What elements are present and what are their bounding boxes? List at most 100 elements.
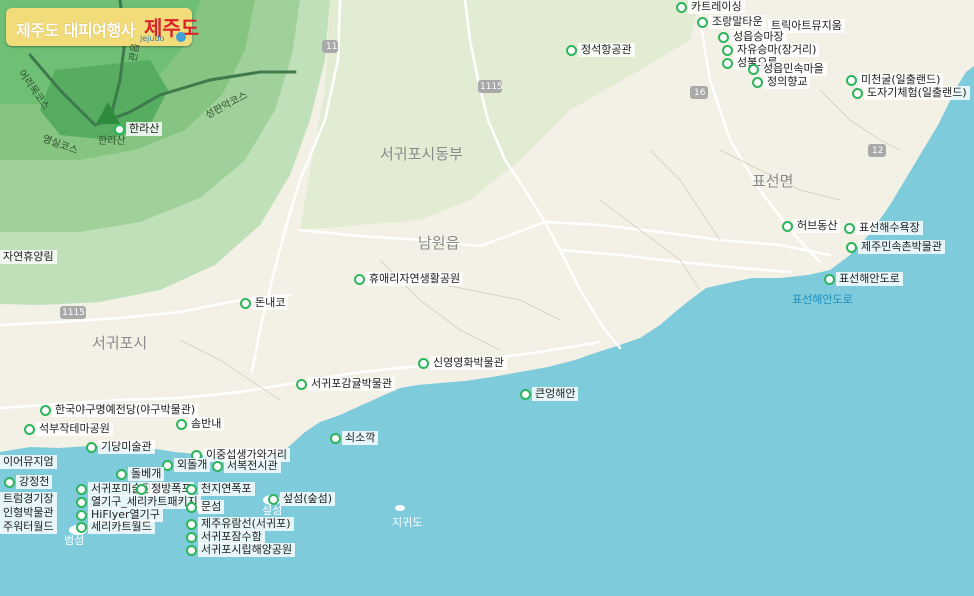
poi-pin-icon — [722, 57, 733, 69]
poi-pin-icon — [186, 483, 197, 495]
poi-pin-icon — [76, 483, 87, 495]
poi-item[interactable]: 자유승마(장거리) — [722, 43, 820, 57]
poi-label: 한라산 — [126, 122, 163, 136]
poi-label: 열기구_세리카트패키지 — [88, 495, 201, 509]
poi-item[interactable]: 조랑말타운 — [697, 15, 766, 29]
poi-item[interactable]: 서복전시관 — [212, 459, 281, 473]
poi-item[interactable]: 미천굴(일출랜드) — [846, 73, 944, 87]
poi-label: 카트레이싱 — [688, 0, 745, 14]
poi-label: 문섬 — [198, 500, 225, 514]
poi-label: 외돌개 — [174, 458, 211, 472]
poi-label: 도자기체험(일출랜드) — [864, 86, 970, 100]
trail-gwaneum: 관음 — [127, 42, 142, 63]
poi-item[interactable]: 성읍승마장 — [718, 30, 787, 44]
poi-pin-icon — [330, 432, 341, 444]
poi-label: 조랑말타운 — [709, 15, 766, 29]
poi-pin-icon — [4, 476, 15, 488]
poi-item[interactable]: 서귀포잠수함 — [186, 530, 265, 544]
logo-title: 제주도 대피여행사 — [16, 21, 135, 40]
poi-item[interactable]: 돈내코 — [240, 296, 289, 310]
poi-pin-icon — [748, 63, 759, 75]
poi-label: 트럼경기장 — [0, 492, 57, 506]
poi-pin-icon — [718, 31, 729, 43]
poi-item[interactable]: 카트레이싱 — [676, 0, 745, 14]
poi-item[interactable]: 서귀포감귤박물관 — [296, 377, 395, 391]
poi-pin-icon — [752, 76, 763, 88]
map-canvas[interactable]: 제주도 대피여행사 제주도 jejudo 서귀포시 서귀포시동부 남원읍 표선면… — [0, 0, 974, 596]
poi-label: 서복전시관 — [224, 459, 281, 473]
poi-label: 강정천 — [16, 475, 53, 489]
poi-item[interactable]: 강정천 — [4, 475, 53, 489]
poi-label: 기당미술관 — [98, 440, 155, 454]
poi-label: 돌베개 — [128, 467, 165, 481]
poi-item[interactable]: 쇠소깍 — [330, 431, 379, 445]
island-jigwido — [395, 505, 405, 511]
poi-item[interactable]: 열기구_세리카트패키지 — [76, 495, 201, 509]
poi-item[interactable]: 신영영화박물관 — [418, 356, 507, 370]
poi-item[interactable]: 트럼경기장 — [0, 492, 57, 506]
poi-item[interactable]: 석부작테마공원 — [24, 422, 113, 436]
poi-pin-icon — [76, 521, 87, 533]
poi-item[interactable]: 휴애리자연생활공원 — [354, 272, 464, 286]
poi-label: 허브동산 — [794, 219, 841, 233]
poi-label: 정석항공관 — [578, 43, 635, 57]
poi-label: 이어뮤지엄 — [0, 455, 57, 469]
poi-pin-icon — [852, 87, 863, 99]
road-11: 11 — [326, 42, 338, 52]
poi-item[interactable]: 제주민속촌박물관 — [846, 240, 945, 254]
poi-pin-icon — [176, 418, 187, 430]
poi-pin-icon — [186, 531, 197, 543]
poi-item[interactable]: 자연휴양림 — [0, 250, 57, 264]
poi-label: 천지연폭포 — [198, 482, 255, 496]
poi-item[interactable]: 표선해수욕장 — [844, 221, 923, 235]
road-16: 16 — [694, 88, 706, 98]
poi-item[interactable]: 돌베개 — [116, 467, 165, 481]
poi-item[interactable]: 허브동산 — [782, 219, 841, 233]
poi-item[interactable]: 제주유람선(서귀포) — [186, 517, 294, 531]
poi-item[interactable]: 주워터월드 — [0, 520, 57, 534]
poi-pin-icon — [24, 423, 35, 435]
poi-item[interactable]: 세리카트월드 — [76, 520, 155, 534]
poi-label: 주워터월드 — [0, 520, 57, 534]
poi-item[interactable]: 인형박물관 — [0, 506, 57, 520]
poi-label: 쇠소깍 — [342, 431, 379, 445]
poi-label: 휴애리자연생활공원 — [366, 272, 464, 286]
poi-item[interactable]: 천지연폭포 — [186, 482, 255, 496]
poi-label: 세리카트월드 — [88, 520, 155, 534]
poi-label: 성읍승마장 — [730, 30, 787, 44]
poi-item[interactable]: 큰엉해안 — [520, 387, 579, 401]
poi-item[interactable]: 도자기체험(일출랜드) — [852, 86, 970, 100]
poi-hallasan[interactable]: 한라산 — [114, 122, 163, 136]
poi-item[interactable]: 문섬 — [186, 500, 225, 514]
poi-item[interactable]: 성읍민속마을 — [748, 62, 827, 76]
poi-item[interactable]: 표선해안도로 — [824, 272, 903, 286]
poi-item[interactable]: 솜반내 — [176, 417, 225, 431]
sea-jigwido: 지귀도 — [392, 516, 423, 529]
poi-label: 제주유람선(서귀포) — [198, 517, 294, 531]
logo-banner[interactable]: 제주도 대피여행사 제주도 jejudo — [6, 8, 199, 46]
poi-label: 표선해안도로 — [836, 272, 903, 286]
poi-pin-icon — [844, 222, 855, 234]
poi-pin-icon — [697, 16, 708, 28]
poi-item[interactable]: 섶섬(숲섬) — [268, 492, 336, 506]
poi-item[interactable]: 외돌개 — [162, 458, 211, 472]
globe-icon — [176, 32, 186, 42]
poi-item[interactable]: 이어뮤지엄 — [0, 455, 57, 469]
poi-label: 미천굴(일출랜드) — [858, 73, 944, 87]
poi-label: 자유승마(장거리) — [734, 43, 820, 57]
poi-item[interactable]: 한국야구명예전당(야구박물관) — [40, 403, 199, 417]
poi-label: 성읍민속마을 — [760, 62, 827, 76]
coast-road-label: 표선해안도로 — [792, 293, 853, 306]
poi-pin-icon — [114, 123, 125, 135]
poi-pin-icon — [240, 297, 251, 309]
area-namwon: 남원읍 — [418, 234, 460, 252]
road-1115: 1115 — [480, 82, 503, 92]
poi-item[interactable]: 서귀포시립해양공원 — [186, 543, 296, 557]
poi-item[interactable]: 기당미술관 — [86, 440, 155, 454]
poi-item[interactable]: 정석항공관 — [566, 43, 635, 57]
poi-item[interactable]: 정의향교 — [752, 75, 811, 89]
poi-pin-icon — [722, 44, 733, 56]
poi-label: 서귀포잠수함 — [198, 530, 265, 544]
poi-label: 정의향교 — [764, 75, 811, 89]
poi-pin-icon — [186, 518, 197, 530]
